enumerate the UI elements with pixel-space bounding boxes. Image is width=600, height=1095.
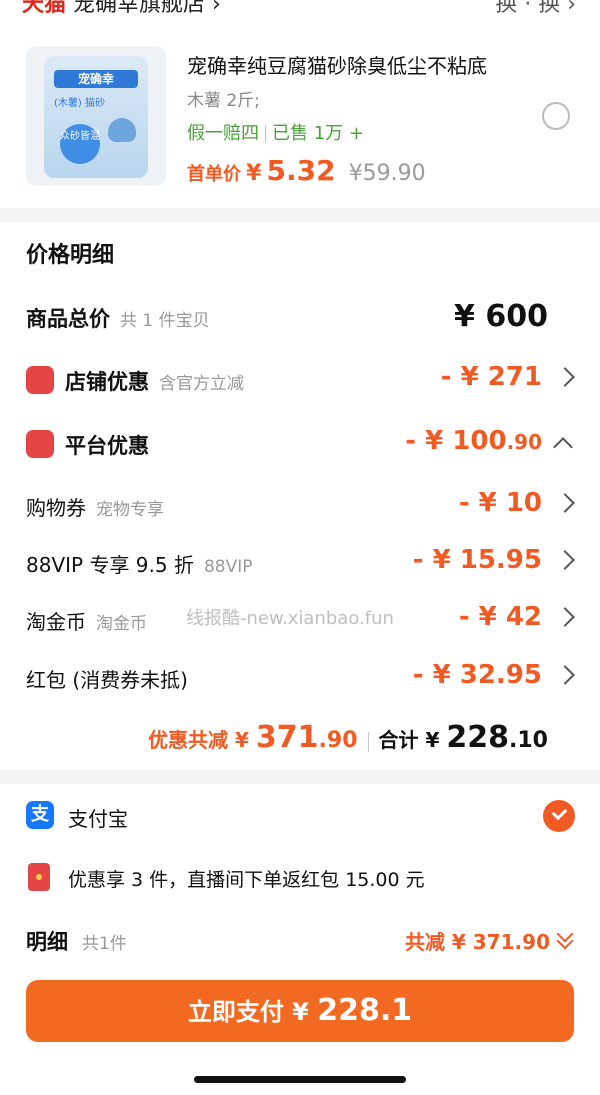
payment-method-row[interactable]: 支 支付宝	[0, 795, 600, 835]
badge-divider	[265, 126, 266, 142]
product-card[interactable]: 宠确幸 (木薯) 猫砂 众砂皆混 宠确幸纯豆腐猫砂除臭低尘不粘底 木薯 2斤; …	[0, 30, 600, 208]
chevron-right-icon[interactable]	[555, 665, 575, 685]
cat-illustration	[108, 118, 136, 142]
payment-method-label: 支付宝	[68, 807, 128, 831]
alipay-icon: 支	[26, 801, 54, 829]
double-chevron-down-icon[interactable]	[556, 925, 574, 950]
product-price: 首单价 ¥ 5.32 ¥59.90	[187, 154, 426, 187]
pay-button-label: 立即支付 ¥	[187, 998, 309, 1026]
goods-total-amount: ¥ 600	[454, 299, 548, 334]
summary-divider	[367, 731, 369, 752]
price-value: 5.32	[266, 154, 336, 187]
red-envelope-icon	[28, 863, 50, 891]
chevron-right-icon[interactable]	[555, 607, 575, 627]
sold-count: 已售 1万 +	[272, 123, 364, 144]
store-discount-row[interactable]: 店铺优惠 含官方立减 - ¥ 271	[0, 360, 600, 400]
store-header-clipped: 天猫 宠确幸旗舰店 › 换 · 换 ›	[0, 0, 600, 30]
checkmark-selected-icon[interactable]	[543, 800, 575, 832]
tag-icon	[26, 430, 54, 458]
promo-row: 优惠享 3 件，直播间下单返红包 15.00 元	[0, 857, 600, 897]
coupon-sub: 宠物专享	[96, 500, 164, 520]
product-sku[interactable]: 木薯 2斤;	[187, 86, 260, 111]
section-divider	[0, 770, 600, 784]
coupon-amount: - ¥ 10	[458, 488, 542, 518]
product-title[interactable]: 宠确幸纯豆腐猫砂除臭低尘不粘底	[187, 50, 487, 79]
store-discount-sub: 含官方立减	[159, 374, 244, 394]
platform-discount-label: 平台优惠	[65, 434, 149, 458]
vip-sub: 88VIP	[203, 557, 253, 577]
store-icon	[26, 366, 54, 394]
coupon-label: 购物券 宠物专享	[26, 496, 164, 520]
goods-total-label: 商品总价共 1 件宝贝	[26, 307, 210, 331]
pay-now-button[interactable]: 立即支付 ¥ 228.1	[26, 980, 574, 1042]
redpack-row[interactable]: 红包 (消费券未抵) - ¥ 32.95	[0, 658, 600, 698]
section-divider	[0, 208, 600, 222]
select-radio[interactable]	[542, 102, 570, 130]
package-circle: 众砂皆混	[60, 124, 100, 164]
detail-total-reduction: 共减 ¥ 371.90	[404, 930, 550, 954]
pay-button-amount: 228.1	[317, 993, 413, 1028]
detail-label: 明细	[26, 930, 68, 954]
header-actions-clipped: 换 · 换 ›	[495, 0, 576, 17]
detail-row[interactable]: 明细 共1件 共减 ¥ 371.90	[0, 920, 600, 960]
price-summary: 优惠共减 ¥ 371.90 合计 ¥ 228.10	[148, 720, 548, 755]
price-currency: ¥	[246, 161, 262, 186]
coupon-row[interactable]: 购物券 宠物专享 - ¥ 10	[0, 486, 600, 526]
detail-count: 共1件	[82, 934, 127, 954]
product-thumbnail[interactable]: 宠确幸 (木薯) 猫砂 众砂皆混	[26, 46, 166, 186]
price-detail-title: 价格明细	[26, 243, 115, 268]
chevron-up-icon[interactable]	[553, 437, 573, 457]
package-brand: 宠确幸	[54, 70, 138, 88]
vip-amount: - ¥ 15.95	[412, 545, 542, 575]
chevron-right-icon[interactable]	[555, 493, 575, 513]
vip-label: 88VIP 专享 9.5 折 88VIP	[26, 553, 253, 577]
product-badges: 假一赔四 已售 1万 +	[187, 119, 364, 145]
product-package-image: 宠确幸 (木薯) 猫砂 众砂皆混	[44, 56, 148, 178]
guarantee-badge: 假一赔四	[187, 123, 259, 144]
goods-total-sub: 共 1 件宝贝	[120, 311, 210, 331]
home-indicator[interactable]	[194, 1076, 406, 1083]
store-discount-amount: - ¥ 271	[440, 362, 542, 392]
store-discount-label: 店铺优惠 含官方立减	[65, 370, 244, 394]
chevron-right-icon[interactable]	[555, 550, 575, 570]
original-price: ¥59.90	[348, 161, 426, 186]
first-order-label: 首单价	[187, 164, 241, 185]
vip-row[interactable]: 88VIP 专享 9.5 折 88VIP - ¥ 15.95	[0, 543, 600, 583]
watermark-text: 线报酷-new.xianbao.fun	[186, 608, 394, 629]
redpack-amount: - ¥ 32.95	[412, 660, 542, 690]
platform-discount-amount: - ¥ 100.90	[405, 426, 542, 456]
goods-total-row: 商品总价共 1 件宝贝 ¥ 600	[0, 297, 600, 337]
coin-sub: 淘金币	[96, 614, 147, 634]
coin-amount: - ¥ 42	[458, 602, 542, 632]
redpack-label: 红包 (消费券未抵)	[26, 668, 188, 692]
package-tag: (木薯) 猫砂	[54, 98, 105, 109]
coin-label: 淘金币 淘金币	[26, 610, 147, 634]
promo-text: 优惠享 3 件，直播间下单返红包 15.00 元	[68, 869, 425, 891]
chevron-right-icon[interactable]	[555, 367, 575, 387]
total-discount: 优惠共减 ¥ 371.90	[148, 720, 358, 755]
platform-discount-row[interactable]: 平台优惠 - ¥ 100.90	[0, 424, 600, 464]
order-total: 合计 ¥ 228.10	[378, 720, 548, 755]
store-name-clipped: 天猫 宠确幸旗舰店 ›	[22, 0, 221, 17]
